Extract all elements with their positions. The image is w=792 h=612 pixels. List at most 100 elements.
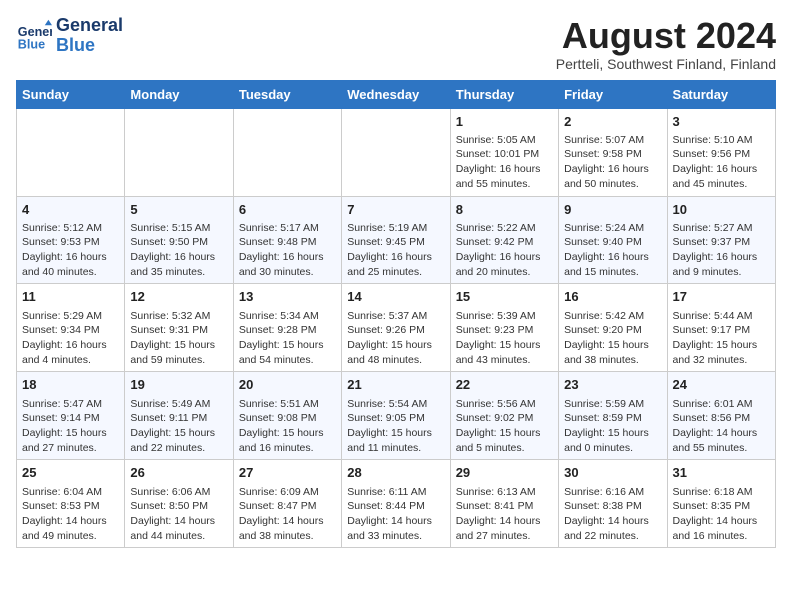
- day-info: Sunrise: 5:59 AM Sunset: 8:59 PM Dayligh…: [564, 397, 661, 456]
- day-info: Sunrise: 5:42 AM Sunset: 9:20 PM Dayligh…: [564, 309, 661, 368]
- day-number: 15: [456, 288, 553, 306]
- calendar-cell: 12Sunrise: 5:32 AM Sunset: 9:31 PM Dayli…: [125, 284, 233, 372]
- calendar-cell: [233, 108, 341, 196]
- day-info: Sunrise: 6:01 AM Sunset: 8:56 PM Dayligh…: [673, 397, 770, 456]
- day-info: Sunrise: 5:24 AM Sunset: 9:40 PM Dayligh…: [564, 221, 661, 280]
- calendar-cell: 30 Sunrise: 6:16 AM Sunset: 8:38 PM Dayli…: [559, 460, 667, 548]
- day-info: Sunrise: 6:18 AM Sunset: 8:35 PM Dayligh…: [673, 485, 770, 544]
- calendar-cell: 21 Sunrise: 5:54 AM Sunset: 9:05 PM Dayli…: [342, 372, 450, 460]
- logo: General Blue General Blue: [16, 16, 123, 56]
- day-info: Sunrise: 6:16 AM Sunset: 8:38 PM Dayligh…: [564, 485, 661, 544]
- weekday-header: Monday: [125, 80, 233, 108]
- day-number: 3: [673, 113, 770, 131]
- day-number: 6: [239, 201, 336, 219]
- day-number: 13: [239, 288, 336, 306]
- calendar-week-row: 18Sunrise: 5:47 AM Sunset: 9:14 PM Dayli…: [17, 372, 776, 460]
- day-number: 23: [564, 376, 661, 394]
- calendar-cell: 17 Sunrise: 5:44 AM Sunset: 9:17 PM Dayli…: [667, 284, 775, 372]
- logo-text-block: General Blue: [56, 16, 123, 56]
- calendar-cell: 19 Sunrise: 5:49 AM Sunset: 9:11 PM Dayli…: [125, 372, 233, 460]
- location-subtitle: Pertteli, Southwest Finland, Finland: [556, 56, 776, 72]
- calendar-cell: 2 Sunrise: 5:07 AM Sunset: 9:58 PM Daylig…: [559, 108, 667, 196]
- day-info: Sunrise: 5:37 AM Sunset: 9:26 PM Dayligh…: [347, 309, 444, 368]
- calendar-cell: 25 Sunrise: 6:04 AM Sunset: 8:53 PM Dayli…: [17, 460, 125, 548]
- calendar-cell: 1Sunrise: 5:05 AM Sunset: 10:01 PM Dayli…: [450, 108, 558, 196]
- calendar-cell: 10Sunrise: 5:27 AM Sunset: 9:37 PM Dayli…: [667, 196, 775, 284]
- day-info: Sunrise: 5:17 AM Sunset: 9:48 PM Dayligh…: [239, 221, 336, 280]
- header-row: SundayMondayTuesdayWednesdayThursdayFrid…: [17, 80, 776, 108]
- day-info: Sunrise: 5:22 AM Sunset: 9:42 PM Dayligh…: [456, 221, 553, 280]
- calendar-cell: 4 Sunrise: 5:12 AM Sunset: 9:53 PM Daylig…: [17, 196, 125, 284]
- day-info: Sunrise: 6:04 AM Sunset: 8:53 PM Dayligh…: [22, 485, 119, 544]
- day-info: Sunrise: 6:09 AM Sunset: 8:47 PM Dayligh…: [239, 485, 336, 544]
- day-number: 24: [673, 376, 770, 394]
- day-number: 2: [564, 113, 661, 131]
- day-info: Sunrise: 5:15 AM Sunset: 9:50 PM Dayligh…: [130, 221, 227, 280]
- calendar-cell: 31 Sunrise: 6:18 AM Sunset: 8:35 PM Dayli…: [667, 460, 775, 548]
- day-info: Sunrise: 5:47 AM Sunset: 9:14 PM Dayligh…: [22, 397, 119, 456]
- calendar-week-row: 1Sunrise: 5:05 AM Sunset: 10:01 PM Dayli…: [17, 108, 776, 196]
- logo-icon: General Blue: [16, 18, 52, 54]
- day-info: Sunrise: 5:12 AM Sunset: 9:53 PM Dayligh…: [22, 221, 119, 280]
- day-info: Sunrise: 5:39 AM Sunset: 9:23 PM Dayligh…: [456, 309, 553, 368]
- calendar-cell: 13 Sunrise: 5:34 AM Sunset: 9:28 PM Dayli…: [233, 284, 341, 372]
- page-header: General Blue General Blue August 2024 Pe…: [16, 16, 776, 72]
- day-info: Sunrise: 5:29 AM Sunset: 9:34 PM Dayligh…: [22, 309, 119, 368]
- day-number: 12: [130, 288, 227, 306]
- day-number: 4: [22, 201, 119, 219]
- day-number: 31: [673, 464, 770, 482]
- day-number: 7: [347, 201, 444, 219]
- calendar-cell: [17, 108, 125, 196]
- day-number: 11: [22, 288, 119, 306]
- day-number: 27: [239, 464, 336, 482]
- calendar-cell: 3Sunrise: 5:10 AM Sunset: 9:56 PM Daylig…: [667, 108, 775, 196]
- day-info: Sunrise: 5:07 AM Sunset: 9:58 PM Dayligh…: [564, 133, 661, 192]
- day-number: 25: [22, 464, 119, 482]
- weekday-header: Friday: [559, 80, 667, 108]
- day-info: Sunrise: 5:56 AM Sunset: 9:02 PM Dayligh…: [456, 397, 553, 456]
- weekday-header: Sunday: [17, 80, 125, 108]
- calendar-cell: 27 Sunrise: 6:09 AM Sunset: 8:47 PM Dayli…: [233, 460, 341, 548]
- calendar-week-row: 4 Sunrise: 5:12 AM Sunset: 9:53 PM Daylig…: [17, 196, 776, 284]
- day-number: 21: [347, 376, 444, 394]
- day-info: Sunrise: 5:44 AM Sunset: 9:17 PM Dayligh…: [673, 309, 770, 368]
- calendar-cell: [125, 108, 233, 196]
- calendar-cell: 9 Sunrise: 5:24 AM Sunset: 9:40 PM Daylig…: [559, 196, 667, 284]
- day-info: Sunrise: 5:05 AM Sunset: 10:01 PM Daylig…: [456, 133, 553, 192]
- day-number: 17: [673, 288, 770, 306]
- weekday-header: Tuesday: [233, 80, 341, 108]
- day-number: 10: [673, 201, 770, 219]
- calendar-cell: 16Sunrise: 5:42 AM Sunset: 9:20 PM Dayli…: [559, 284, 667, 372]
- logo-line2: Blue: [56, 36, 123, 56]
- calendar-cell: 28Sunrise: 6:11 AM Sunset: 8:44 PM Dayli…: [342, 460, 450, 548]
- day-number: 22: [456, 376, 553, 394]
- day-info: Sunrise: 5:49 AM Sunset: 9:11 PM Dayligh…: [130, 397, 227, 456]
- day-info: Sunrise: 6:13 AM Sunset: 8:41 PM Dayligh…: [456, 485, 553, 544]
- calendar-cell: 20 Sunrise: 5:51 AM Sunset: 9:08 PM Dayli…: [233, 372, 341, 460]
- calendar-cell: 24 Sunrise: 6:01 AM Sunset: 8:56 PM Dayli…: [667, 372, 775, 460]
- day-info: Sunrise: 5:54 AM Sunset: 9:05 PM Dayligh…: [347, 397, 444, 456]
- day-number: 30: [564, 464, 661, 482]
- calendar-week-row: 25 Sunrise: 6:04 AM Sunset: 8:53 PM Dayli…: [17, 460, 776, 548]
- day-number: 14: [347, 288, 444, 306]
- weekday-header: Saturday: [667, 80, 775, 108]
- day-info: Sunrise: 6:11 AM Sunset: 8:44 PM Dayligh…: [347, 485, 444, 544]
- calendar-cell: 26Sunrise: 6:06 AM Sunset: 8:50 PM Dayli…: [125, 460, 233, 548]
- calendar-cell: 7Sunrise: 5:19 AM Sunset: 9:45 PM Daylig…: [342, 196, 450, 284]
- month-title: August 2024: [556, 16, 776, 56]
- calendar-cell: 18Sunrise: 5:47 AM Sunset: 9:14 PM Dayli…: [17, 372, 125, 460]
- calendar-cell: 15 Sunrise: 5:39 AM Sunset: 9:23 PM Dayli…: [450, 284, 558, 372]
- calendar-cell: 8Sunrise: 5:22 AM Sunset: 9:42 PM Daylig…: [450, 196, 558, 284]
- day-number: 19: [130, 376, 227, 394]
- calendar-week-row: 11 Sunrise: 5:29 AM Sunset: 9:34 PM Dayli…: [17, 284, 776, 372]
- calendar-cell: 11 Sunrise: 5:29 AM Sunset: 9:34 PM Dayli…: [17, 284, 125, 372]
- day-info: Sunrise: 5:34 AM Sunset: 9:28 PM Dayligh…: [239, 309, 336, 368]
- logo-line1: General: [56, 16, 123, 36]
- svg-text:Blue: Blue: [18, 37, 45, 51]
- day-number: 5: [130, 201, 227, 219]
- day-number: 9: [564, 201, 661, 219]
- day-number: 20: [239, 376, 336, 394]
- calendar-cell: 22 Sunrise: 5:56 AM Sunset: 9:02 PM Dayli…: [450, 372, 558, 460]
- day-info: Sunrise: 5:51 AM Sunset: 9:08 PM Dayligh…: [239, 397, 336, 456]
- calendar-cell: 14 Sunrise: 5:37 AM Sunset: 9:26 PM Dayli…: [342, 284, 450, 372]
